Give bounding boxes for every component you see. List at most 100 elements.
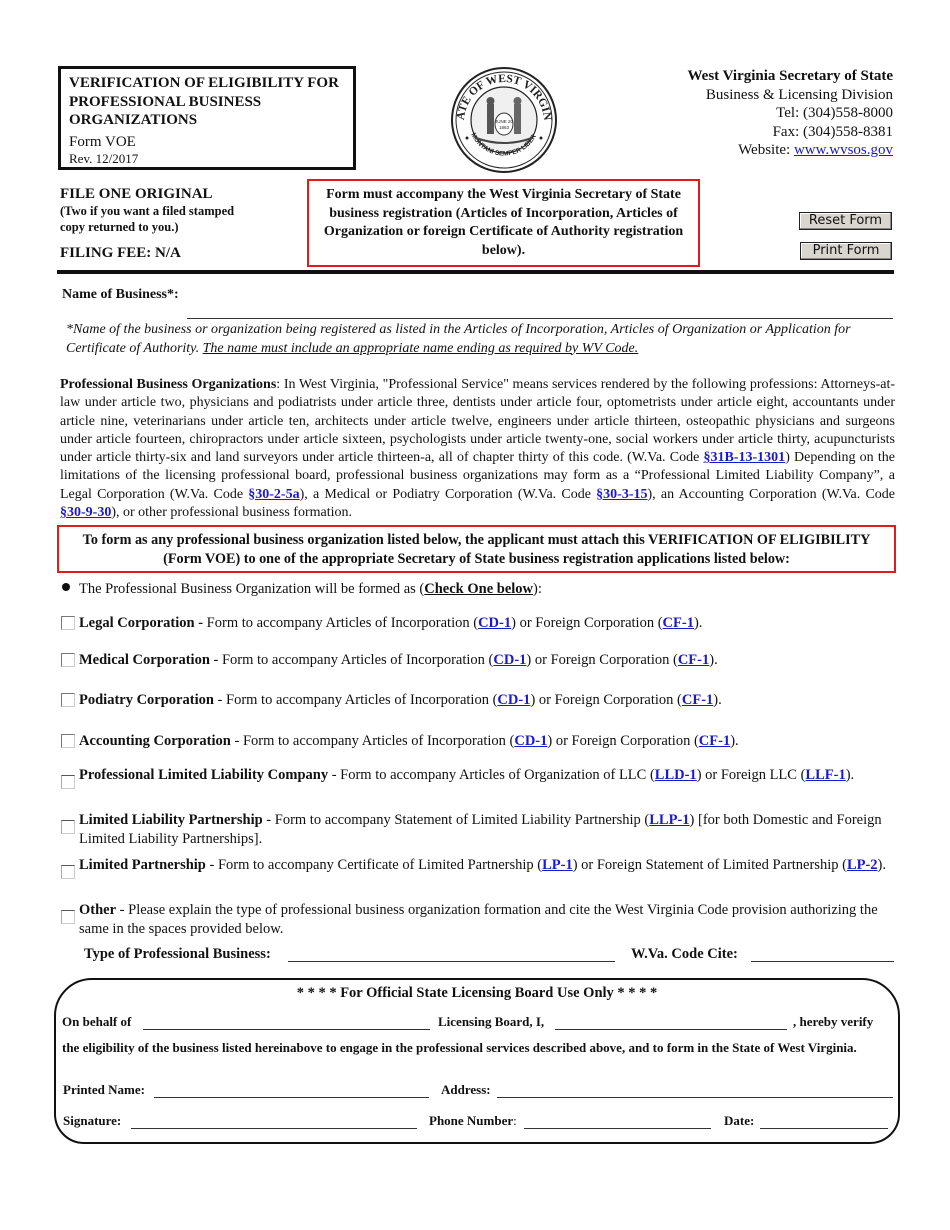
type-of-business-input[interactable]: [288, 961, 615, 962]
option-podiatry-corporation: Podiatry Corporation - Form to accompany…: [61, 691, 901, 710]
type-of-business-label: Type of Professional Business:: [84, 946, 271, 962]
attach-notice: To form as any professional business org…: [57, 525, 896, 573]
code-cite-input[interactable]: [751, 961, 894, 962]
link-llp-1[interactable]: LLP-1: [649, 812, 689, 828]
date-input[interactable]: [760, 1128, 888, 1129]
phone-number-input[interactable]: [524, 1128, 711, 1129]
option-medical-corporation: Medical Corporation - Form to accompany …: [61, 651, 901, 670]
option-title: Limited Partnership: [79, 857, 206, 873]
svg-text:1863: 1863: [499, 125, 510, 130]
signature-input[interactable]: [131, 1128, 417, 1129]
agency-tel: Tel: (304)558-8000: [776, 105, 893, 121]
option-desc: - Form to accompany Articles of Incorpor…: [209, 652, 494, 668]
code-link-30-3-15[interactable]: §30-3-15: [596, 487, 647, 502]
hereby-verify-label: , hereby verify: [793, 1014, 874, 1029]
checkbox-limited-liability-partnership[interactable]: [61, 820, 75, 834]
link-lld-1[interactable]: LLD-1: [655, 767, 697, 783]
option-desc: ) or Foreign LLC (: [696, 767, 806, 783]
code-link-30-9-30[interactable]: §30-9-30: [60, 505, 111, 520]
printed-name-input[interactable]: [154, 1097, 429, 1098]
agency-website: Website: www.wvsos.gov: [687, 141, 893, 160]
printed-name-label: Printed Name:: [63, 1082, 145, 1097]
checkbox-medical-corporation[interactable]: [61, 653, 75, 667]
option-desc: ).: [845, 767, 855, 783]
website-link[interactable]: www.wvsos.gov: [794, 142, 893, 158]
option-legal-corporation: Legal Corporation - Form to accompany Ar…: [61, 614, 901, 633]
link-lp-1[interactable]: LP-1: [542, 857, 573, 873]
option-title: Limited Liability Partnership: [79, 812, 263, 828]
option-other: Other - Please explain the type of profe…: [61, 901, 901, 938]
link-llf-1[interactable]: LLF-1: [805, 767, 845, 783]
option-desc: - Form to accompany Articles of Incorpor…: [213, 692, 498, 708]
link-lp-2[interactable]: LP-2: [847, 857, 878, 873]
option-desc: ).: [713, 692, 722, 708]
formed-as-tail: ):: [533, 581, 542, 597]
checkbox-limited-partnership[interactable]: [61, 865, 75, 879]
checkbox-legal-corporation[interactable]: [61, 616, 75, 630]
state-seal-icon: STATE OF WEST VIRGINIA MONTANI SEMPER LI…: [446, 57, 558, 174]
link-cf-1[interactable]: CF-1: [682, 692, 713, 708]
option-desc: ).: [693, 615, 703, 631]
link-cd-1[interactable]: CD-1: [497, 692, 530, 708]
code-link-30-2-5a[interactable]: §30-2-5a: [248, 487, 299, 502]
on-behalf-of-label: On behalf of: [62, 1014, 132, 1029]
file-sub-line-2: copy returned to you.): [60, 220, 179, 234]
pbo-lead: Professional Business Organizations: [60, 377, 277, 392]
option-title: Medical Corporation: [79, 652, 210, 668]
official-use-title: * * * * For Official State Licensing Boa…: [296, 985, 658, 1001]
bullet-icon: [62, 583, 70, 591]
agency-name: West Virginia Secretary of State: [687, 68, 893, 84]
name-of-business-input[interactable]: [187, 298, 893, 319]
agency-fax: Fax: (304)558-8381: [772, 123, 893, 140]
link-cd-1[interactable]: CD-1: [493, 652, 526, 668]
pbo-text: ), or other professional business format…: [111, 505, 353, 521]
option-desc: ) or Foreign Corporation (: [530, 692, 682, 708]
form-title-line-3: ORGANIZATIONS: [69, 112, 198, 128]
website-label: Website:: [738, 142, 794, 158]
option-professional-llc: Professional Limited Liability Company -…: [61, 766, 901, 789]
option-desc: ) or Foreign Corporation (: [547, 733, 699, 749]
print-form-button[interactable]: Print Form: [800, 242, 892, 260]
agency-division: Business & Licensing Division: [705, 86, 893, 103]
phone-label-text: Phone Number: [429, 1113, 514, 1128]
address-input[interactable]: [497, 1097, 893, 1098]
checkbox-other[interactable]: [61, 910, 75, 924]
option-desc: - Form to accompany Articles of Organiza…: [328, 767, 655, 783]
on-behalf-of-input[interactable]: [143, 1029, 430, 1030]
licensing-board-name-input[interactable]: [555, 1029, 787, 1030]
link-cf-1[interactable]: CF-1: [663, 615, 694, 631]
code-cite-label: W.Va. Code Cite:: [631, 946, 738, 962]
checkbox-podiatry-corporation[interactable]: [61, 693, 75, 707]
form-title-line-2: PROFESSIONAL BUSINESS: [69, 93, 262, 110]
option-desc: ).: [730, 733, 739, 749]
option-title: Accounting Corporation: [79, 733, 231, 749]
link-cd-1[interactable]: CD-1: [514, 733, 547, 749]
link-cd-1[interactable]: CD-1: [478, 615, 511, 631]
pbo-paragraph: Professional Business Organizations: In …: [60, 376, 895, 522]
phone-colon: :: [513, 1113, 517, 1128]
name-of-business-label: Name of Business*:: [62, 287, 179, 302]
svg-text:JUNE 20: JUNE 20: [495, 119, 514, 124]
option-desc: ).: [877, 857, 887, 873]
option-desc: ) or Foreign Corporation (: [526, 652, 678, 668]
checkbox-professional-llc[interactable]: [61, 775, 75, 789]
checkbox-accounting-corporation[interactable]: [61, 734, 75, 748]
reset-form-button[interactable]: Reset Form: [799, 212, 892, 230]
option-desc: ) or Foreign Statement of Limited Partne…: [572, 857, 847, 873]
form-title-box: VERIFICATION OF ELIGIBILITY FOR PROFESSI…: [58, 66, 356, 170]
filing-instructions: FILE ONE ORIGINAL (Two if you want a fil…: [60, 185, 300, 262]
link-cf-1[interactable]: CF-1: [699, 733, 730, 749]
agency-info: West Virginia Secretary of State Busines…: [687, 67, 893, 160]
phone-number-label: Phone Number:: [429, 1113, 517, 1129]
signature-label: Signature:: [63, 1113, 122, 1128]
section-divider: [57, 270, 894, 274]
file-sub-line-1: (Two if you want a filed stamped: [60, 204, 235, 218]
code-link-31b-13-1301[interactable]: §31B-13-1301: [704, 450, 786, 465]
link-cf-1[interactable]: CF-1: [678, 652, 709, 668]
form-id: Form VOE: [69, 133, 136, 150]
accompany-notice: Form must accompany the West Virginia Se…: [307, 179, 700, 267]
pbo-text: ), an Accounting Corporation (W.Va. Code: [647, 486, 895, 502]
option-desc: Form to accompany Articles of Incorporat…: [203, 615, 479, 631]
option-desc: - Form to accompany Statement of Limited…: [262, 812, 650, 828]
check-one-below: Check One below: [424, 581, 533, 597]
